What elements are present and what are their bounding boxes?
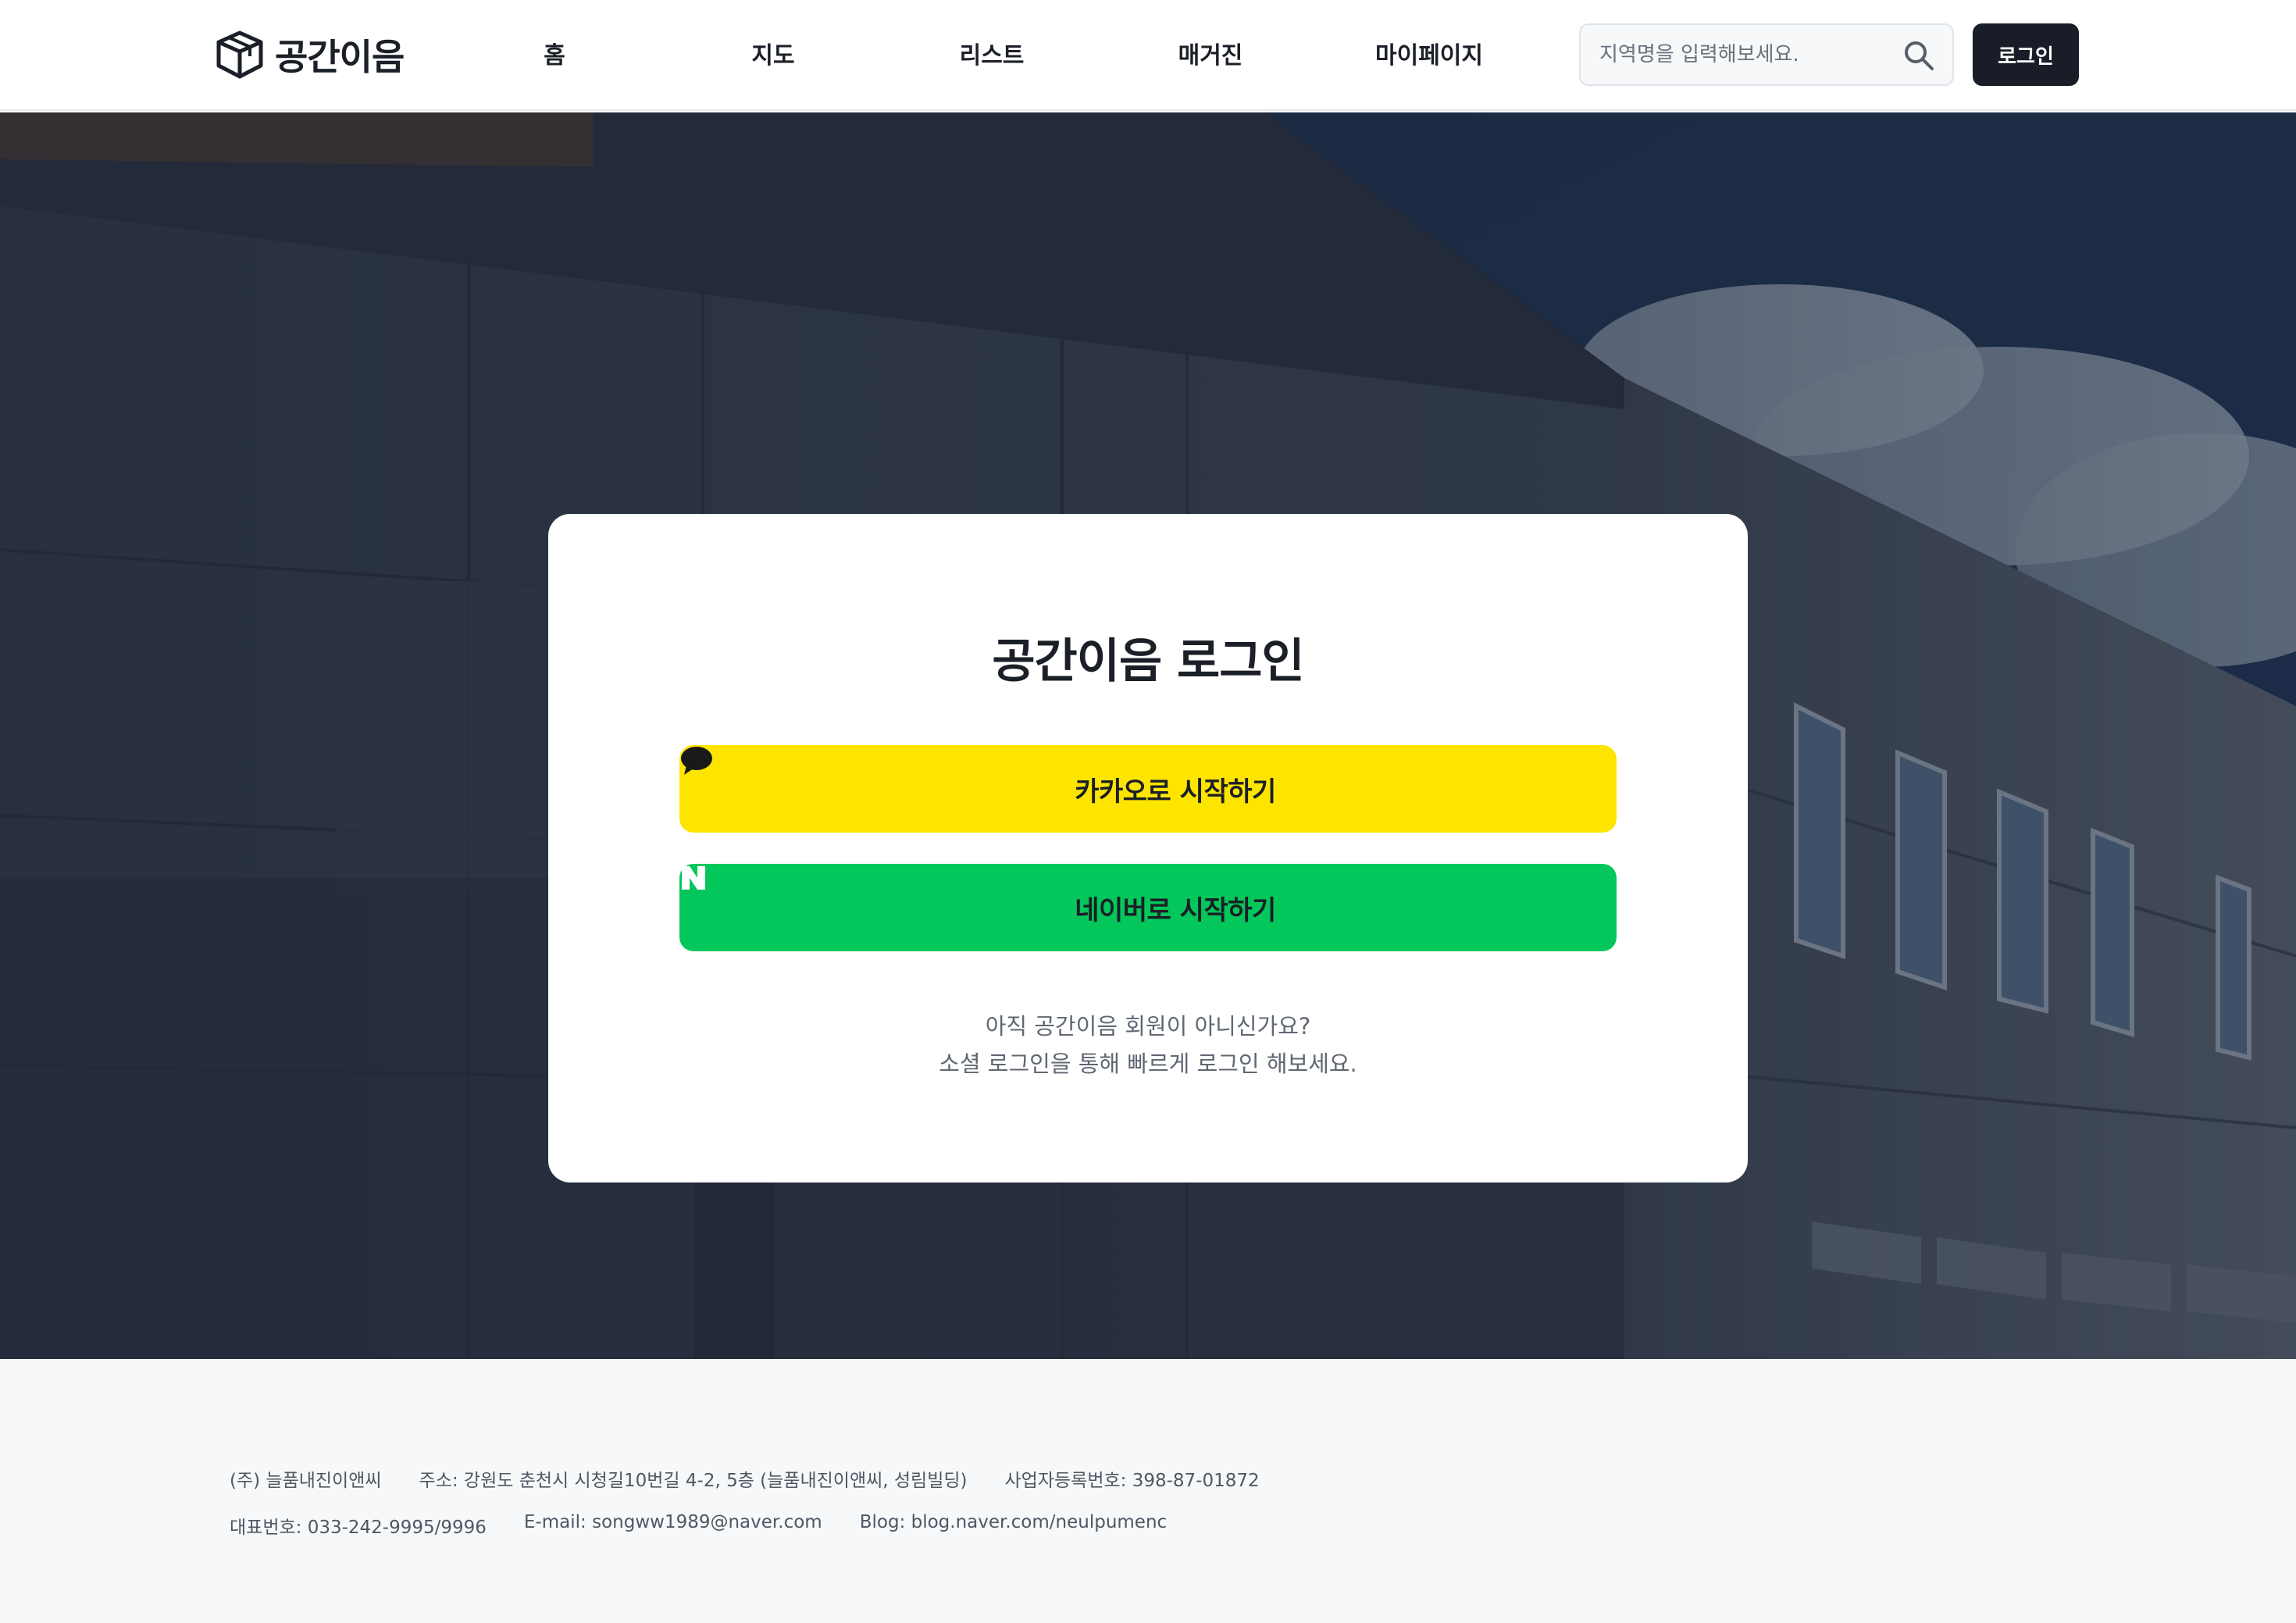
footer-row-1: (주) 늘품내진이앤씨 주소: 강원도 춘천시 시청길10번길 4-2, 5층 … bbox=[230, 1465, 1260, 1492]
nav-home[interactable]: 홈 bbox=[544, 36, 565, 70]
search-box bbox=[1579, 23, 1954, 86]
top-header: 공간이음 홈 지도 리스트 매거진 마이페이지 로그인 bbox=[0, 0, 2296, 111]
footer-business-no: 사업자등록번호: 398-87-01872 bbox=[1004, 1471, 1260, 1491]
footer-email: E-mail: songww1989@naver.com bbox=[523, 1512, 822, 1532]
footer-blog: Blog: blog.naver.com/neulpumenc bbox=[859, 1512, 1168, 1532]
naver-button-label: 네이버로 시작하기 bbox=[1075, 894, 1276, 926]
signup-note: 아직 공간이음 회원이 아니신가요? 소셜 로그인을 통해 빠르게 로그인 해보… bbox=[548, 1008, 1748, 1083]
footer-phone: 대표번호: 033-242-9995/9996 bbox=[230, 1518, 487, 1538]
page-footer: (주) 늘품내진이앤씨 주소: 강원도 춘천시 시청길10번길 4-2, 5층 … bbox=[0, 1359, 2296, 1623]
nav-list[interactable]: 리스트 bbox=[960, 36, 1025, 70]
naver-n-icon bbox=[682, 866, 1054, 925]
login-card: 공간이음 로그인 카카오로 시작하기 네이버로 시작하기 아직 공간이음 회원이… bbox=[548, 514, 1748, 1182]
logo[interactable]: 공간이음 bbox=[216, 30, 405, 80]
hero-background: 공간이음 로그인 카카오로 시작하기 네이버로 시작하기 아직 공간이음 회원이… bbox=[0, 112, 2296, 1359]
nav-map[interactable]: 지도 bbox=[751, 36, 794, 70]
signup-note-line2: 소셜 로그인을 통해 빠르게 로그인 해보세요. bbox=[939, 1050, 1357, 1077]
signup-note-line1: 아직 공간이음 회원이 아니신가요? bbox=[985, 1013, 1311, 1040]
speech-bubble-icon bbox=[681, 747, 1054, 806]
footer-company: (주) 늘품내진이앤씨 bbox=[230, 1471, 382, 1491]
login-title: 공간이음 로그인 bbox=[992, 634, 1304, 689]
footer-address: 주소: 강원도 춘천시 시청길10번길 4-2, 5층 (늘품내진이앤씨, 성림… bbox=[419, 1471, 968, 1491]
box-logo-icon bbox=[216, 30, 263, 79]
search-icon[interactable] bbox=[1902, 39, 1935, 72]
nav-mypage[interactable]: 마이페이지 bbox=[1375, 36, 1483, 70]
login-button[interactable]: 로그인 bbox=[1973, 23, 2079, 86]
search-input[interactable] bbox=[1599, 25, 1896, 84]
kakao-login-button[interactable]: 카카오로 시작하기 bbox=[679, 745, 1617, 833]
logo-text: 공간이음 bbox=[275, 36, 405, 78]
kakao-button-label: 카카오로 시작하기 bbox=[1075, 776, 1276, 808]
nav-magazine[interactable]: 매거진 bbox=[1178, 36, 1243, 70]
footer-row-2: 대표번호: 033-242-9995/9996 E-mail: songww19… bbox=[230, 1512, 1167, 1539]
naver-login-button[interactable]: 네이버로 시작하기 bbox=[679, 864, 1617, 951]
